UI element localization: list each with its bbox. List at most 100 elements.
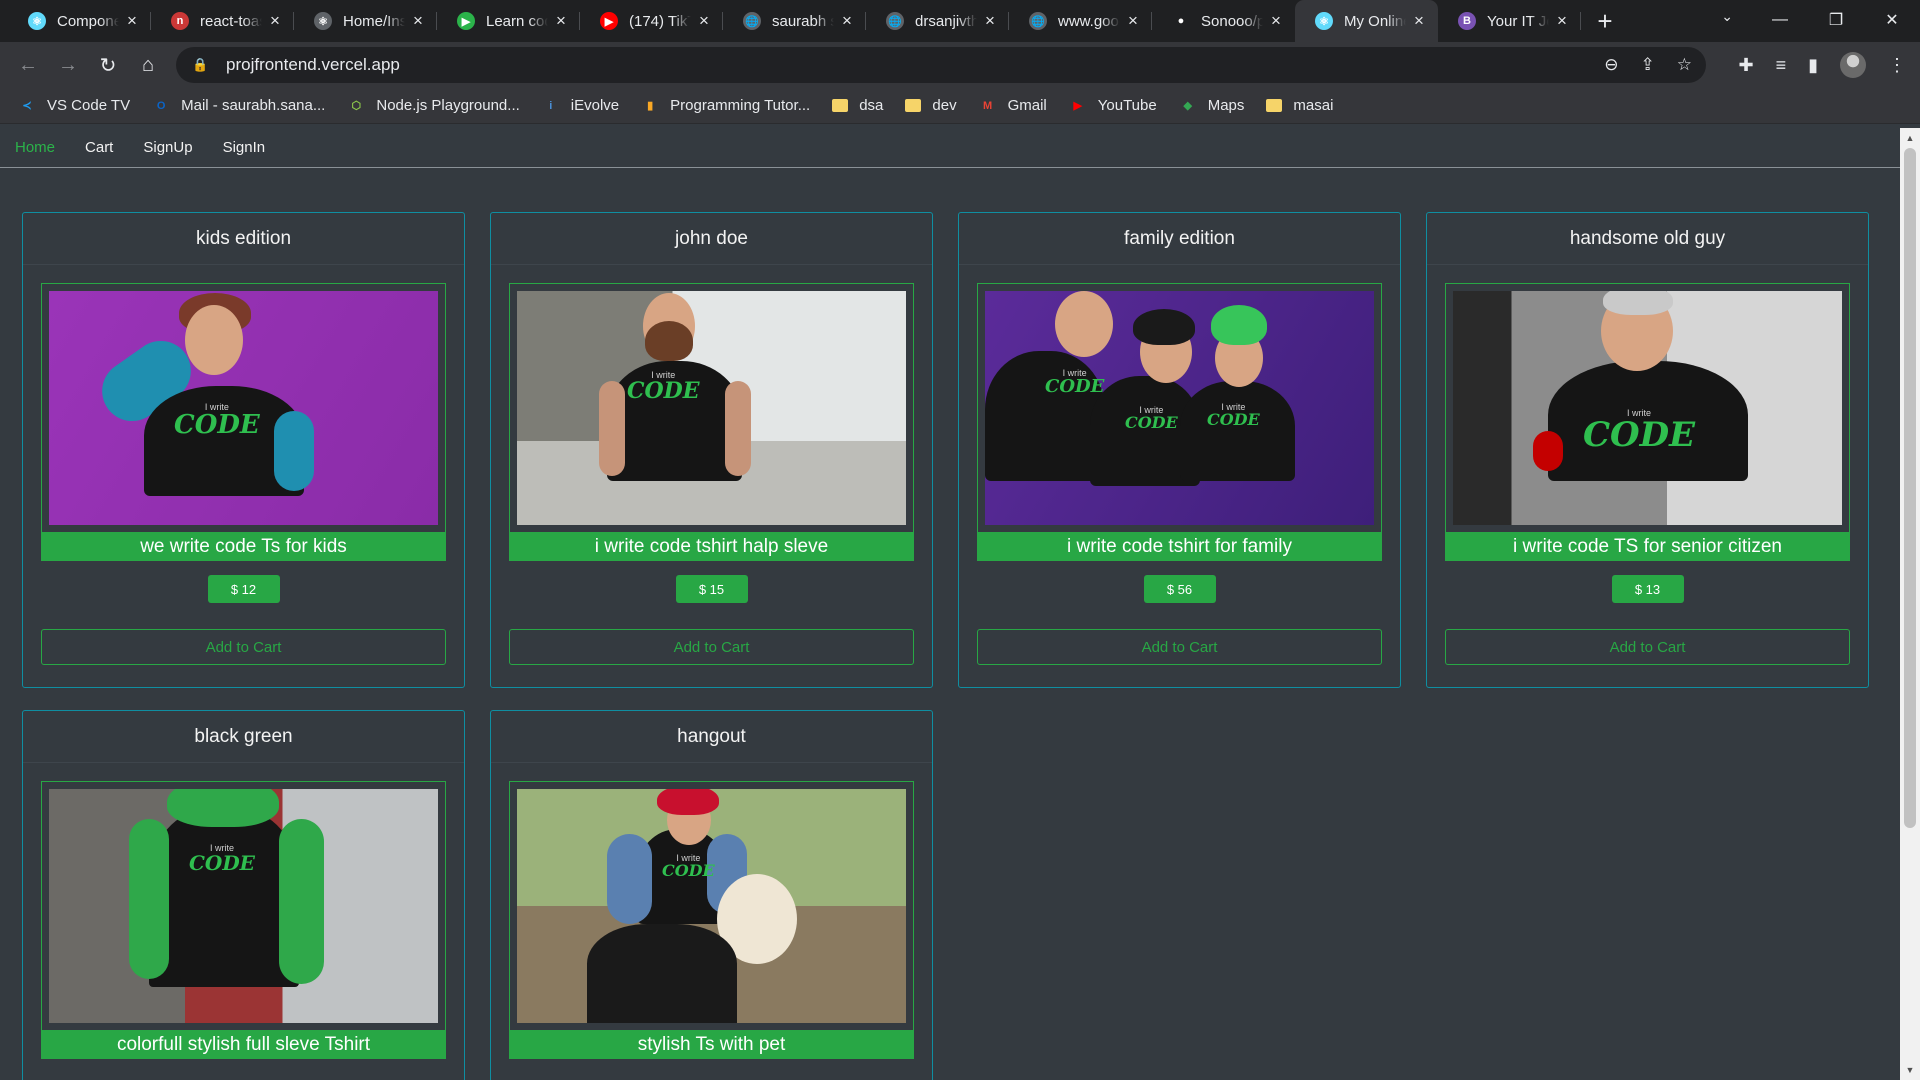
bookmark-item[interactable]: M Gmail [979, 97, 1047, 114]
tab-title[interactable]: Home/Instagram [343, 13, 405, 30]
minimize-icon[interactable]: — [1752, 0, 1808, 40]
tab-favicon-icon: n [171, 12, 189, 30]
browser-tab[interactable]: ▶ Learn coding× [437, 0, 580, 42]
product-card-body: I write CODE i write code TS for senior ci… [1445, 283, 1850, 665]
nav-link-signin[interactable]: SignIn [223, 139, 266, 156]
tab-title[interactable]: (174) TikTok [629, 13, 691, 30]
tab-title[interactable]: Sonooo/project [1201, 13, 1263, 30]
bookmark-label[interactable]: Gmail [1008, 97, 1047, 114]
bookmark-item[interactable]: ▶ YouTube [1069, 97, 1157, 114]
tab-list: ⚛Components×nreact-toastify×⚛Home/Instag… [0, 0, 1581, 42]
bookmark-label[interactable]: Mail - saurabh.sana... [181, 97, 325, 114]
tab-title[interactable]: Your IT Jobs [1487, 13, 1549, 30]
tab-title[interactable]: www.google.com [1058, 13, 1120, 30]
tab-title[interactable]: Learn coding [486, 13, 548, 30]
bookmark-label[interactable]: iEvolve [571, 97, 619, 114]
bookmark-label[interactable]: Programming Tutor... [670, 97, 810, 114]
tab-close-icon[interactable]: × [266, 11, 284, 31]
bookmark-item[interactable]: dsa [832, 97, 883, 114]
nav-link-cart[interactable]: Cart [85, 139, 113, 156]
tab-close-icon[interactable]: × [409, 11, 427, 31]
add-to-cart-button[interactable]: Add to Cart [41, 629, 446, 665]
bookmark-label[interactable]: Node.js Playground... [376, 97, 519, 114]
bookmark-item[interactable]: ◆ Maps [1179, 97, 1245, 114]
tab-title[interactable]: My Online Store [1344, 13, 1406, 30]
tab-close-icon[interactable]: × [981, 11, 999, 31]
bookmark-label[interactable]: YouTube [1098, 97, 1157, 114]
tab-close-icon[interactable]: × [695, 11, 713, 31]
bookmark-label[interactable]: Maps [1208, 97, 1245, 114]
bookmark-item[interactable]: O Mail - saurabh.sana... [152, 97, 326, 114]
add-to-cart-button[interactable]: Add to Cart [1445, 629, 1850, 665]
browser-tab[interactable]: ● Sonooo/project× [1152, 0, 1295, 42]
tab-close-icon[interactable]: × [1267, 11, 1285, 31]
lock-icon[interactable]: 🔒 [192, 57, 208, 73]
profile-avatar[interactable] [1840, 52, 1866, 78]
tab-close-icon[interactable]: × [1553, 11, 1571, 31]
tab-close-icon[interactable]: × [1410, 11, 1428, 31]
tab-close-icon[interactable]: × [123, 11, 141, 31]
scrollbar-thumb[interactable] [1904, 148, 1916, 828]
nav-link-signup[interactable]: SignUp [143, 139, 192, 156]
close-window-icon[interactable]: ✕ [1864, 0, 1920, 40]
nav-link-home[interactable]: Home [15, 139, 55, 156]
browser-tab[interactable]: ⚛ Home/Instagram× [294, 0, 437, 42]
vscode-icon: ≺ [22, 100, 32, 112]
scroll-down-icon[interactable]: ▼ [1900, 1062, 1920, 1078]
home-icon[interactable]: ⌂ [128, 47, 168, 83]
forward-icon[interactable]: → [48, 47, 88, 83]
bookmark-label[interactable]: dev [932, 97, 956, 114]
browser-tab[interactable]: 🌐 www.google.com× [1009, 0, 1152, 42]
page-scrollbar[interactable]: ▲ ▼ [1900, 128, 1920, 1080]
bookmark-item[interactable]: ▮ Programming Tutor... [641, 97, 810, 114]
bookmark-item[interactable]: i iEvolve [542, 97, 619, 114]
reading-list-icon[interactable]: ≡ [1776, 55, 1787, 76]
tab-close-icon[interactable]: × [1124, 11, 1142, 31]
browser-tab[interactable]: ⚛ Components× [8, 0, 151, 42]
product-card-title: kids edition [23, 213, 464, 265]
tab-title[interactable]: drsanjivthakur [915, 13, 977, 30]
bookmark-star-icon[interactable]: ☆ [1677, 55, 1692, 75]
bookmark-label[interactable]: dsa [859, 97, 883, 114]
back-icon[interactable]: ← [8, 47, 48, 83]
tab-close-icon[interactable]: × [552, 11, 570, 31]
product-image-frame: I write CODE [509, 781, 914, 1031]
reload-icon[interactable]: ↻ [88, 47, 128, 83]
product-card-body: I write CODE i write code tshirt halp slev… [509, 283, 914, 665]
bookmark-item[interactable]: masai [1266, 97, 1333, 114]
add-to-cart-button[interactable]: Add to Cart [977, 629, 1382, 665]
scroll-up-icon[interactable]: ▲ [1900, 130, 1920, 146]
tab-favicon-icon: 🌐 [886, 12, 904, 30]
folder-icon [1266, 99, 1283, 112]
share-icon[interactable]: ⇪ [1641, 55, 1655, 75]
shirt-logo-big: CODE [627, 378, 700, 404]
shirt-logo-big: CODE [1125, 413, 1178, 432]
tab-title[interactable]: react-toastify [200, 13, 262, 30]
side-panel-icon[interactable]: ▮ [1808, 55, 1818, 76]
menu-icon[interactable]: ⋮ [1888, 55, 1906, 76]
tab-title[interactable]: saurabh sanap [772, 13, 834, 30]
browser-tab[interactable]: ▶ (174) TikTok× [580, 0, 723, 42]
browser-tab[interactable]: 🌐 saurabh sanap× [723, 0, 866, 42]
add-to-cart-button[interactable]: Add to Cart [509, 629, 914, 665]
browser-tab[interactable]: 🌐 drsanjivthakur× [866, 0, 1009, 42]
browser-tab[interactable]: ⚛ My Online Store× [1295, 0, 1438, 42]
tab-search-icon[interactable]: ⌄ [1721, 8, 1733, 25]
tab-title[interactable]: Components [57, 13, 119, 30]
browser-tab[interactable]: B Your IT Jobs× [1438, 0, 1581, 42]
bookmark-item[interactable]: ⬡ Node.js Playground... [347, 97, 520, 114]
browser-tab[interactable]: n react-toastify× [151, 0, 294, 42]
bookmark-item[interactable]: ≺ VS Code TV [18, 97, 130, 114]
tab-close-icon[interactable]: × [838, 11, 856, 31]
extensions-icon[interactable]: ✚ [1738, 55, 1753, 76]
url-text[interactable]: projfrontend.vercel.app [226, 55, 400, 75]
address-bar[interactable]: 🔒 projfrontend.vercel.app ⊖ ⇪ ☆ [176, 47, 1706, 83]
bookmark-label[interactable]: VS Code TV [47, 97, 130, 114]
bookmark-label[interactable]: masai [1293, 97, 1333, 114]
zoom-icon[interactable]: ⊖ [1604, 55, 1618, 75]
photo-shape [1133, 309, 1195, 345]
bookmark-item[interactable]: dev [905, 97, 957, 114]
new-tab-button[interactable]: + [1585, 0, 1625, 42]
product-image-frame: I write CODE [1445, 283, 1850, 533]
restore-icon[interactable]: ❐ [1808, 0, 1864, 40]
